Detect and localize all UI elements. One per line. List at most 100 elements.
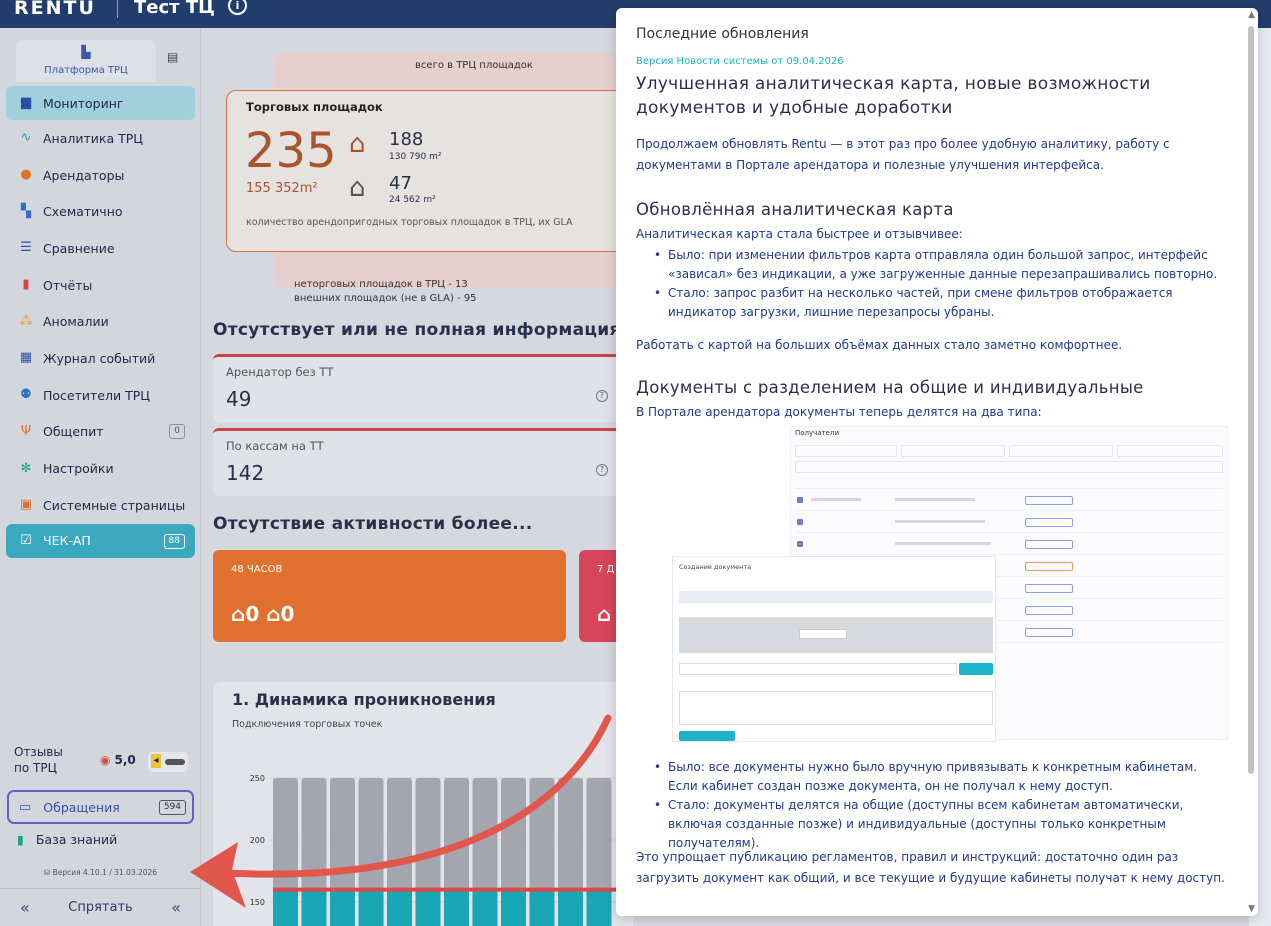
store-icon: ⌂ (231, 602, 246, 626)
choose-button (959, 663, 993, 675)
sidebar-item-reports[interactable]: ▮ Отчёты (0, 267, 201, 304)
help-icon[interactable]: ? (596, 464, 608, 476)
yandex-rating-widget[interactable]: ◂ (148, 752, 188, 772)
sidebar-item-compare[interactable]: ☰ Сравнение (0, 230, 201, 267)
hide-sidebar-bar[interactable]: « Спрятать « (0, 888, 201, 926)
count-badge: 88 (163, 533, 185, 549)
list-item: Стало: запрос разбит на несколько частей… (650, 284, 1220, 322)
yandex-icon: ◂ (151, 754, 161, 768)
appeals-count-badge: 594 (158, 800, 186, 815)
gla-count-1: 188 (389, 129, 424, 150)
chart-bar-segment[interactable] (529, 889, 555, 926)
chart-bar-segment[interactable] (558, 889, 583, 926)
count-1: 0 (245, 602, 260, 626)
tag (1025, 518, 1073, 527)
checkbox (797, 519, 803, 525)
kb-label: База знаний (35, 832, 118, 847)
sidebar-item-label: Схематично (43, 204, 123, 220)
table-row (795, 513, 1223, 533)
y-tick-label: 250 (250, 774, 265, 783)
stat-label: Арендатор без ТТ (226, 365, 334, 379)
gla-area: 155 352m² (246, 181, 318, 196)
non-trade-note: неторговых площадок в ТРЦ - 13 внешних п… (294, 278, 477, 306)
documents-screenshot: Получатели Создание документа (672, 426, 1228, 744)
rating-number: 5,0 (114, 753, 136, 767)
modal-title: Последние обновления (636, 26, 809, 42)
sidebar-item-anomalies[interactable]: ⁂ Аномалии (0, 303, 201, 340)
version-label[interactable]: ⛁ Версия 4.10.1 / 31.03.2026 (0, 868, 201, 877)
info-icon[interactable]: i (228, 0, 247, 15)
store-icon[interactable]: ▤ (167, 50, 183, 64)
chart-bar-segment[interactable] (273, 889, 298, 926)
missing-info-title: Отсутствует или не полная информация (213, 320, 621, 340)
chart-bar-segment[interactable] (415, 889, 441, 926)
sidebar-item-label: Посетители ТРЦ (43, 387, 150, 403)
reviews-line-2: по ТРЦ (14, 761, 57, 775)
chart-bar-segment[interactable] (501, 889, 526, 926)
inactive-48h-card[interactable]: 48 ЧАСОВ ⌂0 ⌂0 (213, 550, 566, 642)
sidebar-item-label: Журнал событий (43, 350, 156, 366)
sidebar-item-system[interactable]: ▣ Системные страницы (0, 487, 201, 524)
sidebar-item-analytics[interactable]: ∿ Аналитика ТРЦ (0, 120, 201, 157)
chart-bar-segment[interactable] (301, 889, 327, 926)
knowledge-base-link[interactable]: ▮ База знаний (17, 832, 117, 847)
release-headline: Улучшенная аналитическая карта, новые во… (636, 74, 1151, 118)
appeals-label: Обращения (43, 799, 120, 815)
reviews-line-1: Отзывы (14, 745, 63, 759)
inactivity-title: Отсутствие активности более... (213, 514, 533, 534)
sidebar-item-events[interactable]: ▦ Журнал событий (0, 340, 201, 377)
stat-value: 142 (226, 461, 265, 485)
report-icon: ▮ (22, 277, 30, 293)
sidebar-item-visitors[interactable]: ⚉ Посетители ТРЦ (0, 377, 201, 414)
chart-bar-segment[interactable] (444, 889, 469, 926)
reviews-label: Отзывы по ТРЦ (14, 744, 63, 776)
chart-bar-segment[interactable] (586, 889, 612, 926)
mall-title: Тест ТЦ (134, 0, 215, 18)
building-icon: ▙ (81, 45, 91, 59)
count-badge: 0 (169, 423, 185, 439)
cell (811, 498, 861, 501)
gla-card[interactable]: Торговых площадок 235 155 352m² ⌂ 188 13… (226, 90, 624, 252)
sidebar-item-schematic[interactable]: ▚ Схематично (0, 193, 201, 230)
divider (117, 0, 118, 18)
create-document-screenshot: Создание документа (672, 556, 996, 742)
sidebar: ▙ Платформа ТРЦ ▤ ▆ Мониторинг ∿ Аналити… (0, 28, 201, 926)
rating-bar (165, 759, 185, 765)
filter-box (795, 445, 897, 457)
scroll-down-icon[interactable]: ▼ (1248, 904, 1255, 914)
filter-box (901, 445, 1005, 457)
tab-platform[interactable]: ▙ Платформа ТРЦ (16, 40, 156, 82)
calendar-icon: ▦ (19, 350, 33, 366)
scrollbar[interactable] (1248, 26, 1254, 774)
chart-bar-segment[interactable] (330, 889, 355, 926)
stat-card-no-tt[interactable]: Арендатор без ТТ 49 ? (213, 354, 628, 422)
hide-label: Спрятать (68, 900, 133, 915)
sidebar-item-food[interactable]: Ψ Общепит 0 (0, 414, 201, 451)
section-map-list: Было: при изменении фильтров карта отпра… (650, 246, 1220, 322)
stat-value: 49 (226, 387, 252, 411)
sidebar-item-settings[interactable]: ✻ Настройки (0, 450, 201, 487)
tag (1025, 540, 1073, 549)
chart-bar-segment[interactable] (358, 889, 384, 926)
sidebar-item-monitoring[interactable]: ▆ Мониторинг (6, 86, 195, 120)
chart-bar-segment[interactable] (472, 889, 498, 926)
scroll-up-icon[interactable]: ▲ (1248, 10, 1255, 20)
search-box (795, 461, 1223, 473)
appeals-button[interactable]: ▭ Обращения 594 (7, 790, 194, 824)
chart-bar-segment[interactable] (387, 889, 412, 926)
sidebar-item-checkup[interactable]: ☑ ЧЕК-АП 88 (6, 523, 195, 558)
gla-count-2: 47 (389, 173, 412, 194)
section-docs-end: Это упрощает публикацию регламентов, пра… (636, 850, 1225, 885)
section-map-lead: Аналитическая карта стала быстрее и отзы… (636, 227, 963, 241)
help-icon[interactable]: ? (596, 390, 608, 402)
sidebar-item-tenants[interactable]: ● Арендаторы (0, 157, 201, 194)
section-map-title: Обновлённая аналитическая карта (636, 200, 954, 219)
gla-total: 235 (245, 123, 337, 179)
form-title: Создание документа (679, 563, 752, 571)
card-counts: ⌂0 ⌂0 (231, 602, 294, 626)
chart-subtitle: Подключения торговых точек (232, 719, 383, 730)
stat-card-cash[interactable]: По кассам на ТТ 142 ? (213, 428, 628, 496)
rentu-logo[interactable]: RENTU (14, 0, 96, 18)
form-field (679, 663, 957, 675)
rating-value[interactable]: ◉ 5,0 (100, 753, 136, 767)
